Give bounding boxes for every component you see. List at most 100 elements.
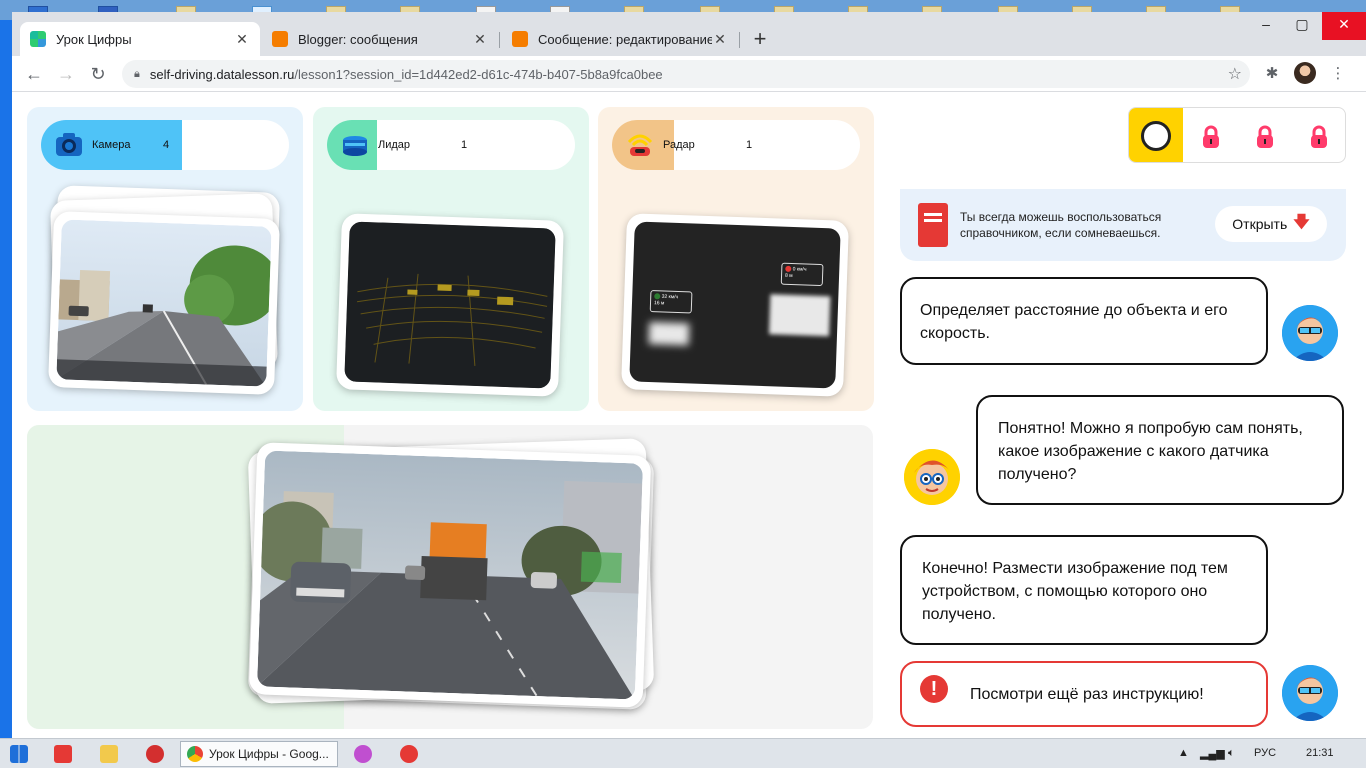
- url-path: /lesson1?session_id=1d442ed2-d61c-474b-b…: [294, 66, 663, 82]
- sensor-card-radar[interactable]: Радар 1 0 км/ч 8 м 32 км/ч 16 м: [598, 107, 874, 411]
- tab-separator: [499, 32, 500, 48]
- radar-speed: 0 км/ч: [792, 266, 807, 273]
- chat-warning-message: ! Посмотри ещё раз инструкцию!: [900, 661, 1268, 727]
- volume-icon[interactable]: 🔈︎: [1228, 747, 1235, 760]
- yandex-browser-icon[interactable]: [400, 745, 418, 763]
- sensor-count: 1: [746, 139, 753, 151]
- back-icon[interactable]: ←: [22, 62, 46, 86]
- profile-avatar[interactable]: [1294, 62, 1316, 84]
- clock[interactable]: 21:31: [1306, 747, 1334, 759]
- tab-lesson[interactable]: Урок Цифры ✕: [20, 22, 260, 56]
- lidar-pointcloud-image: [344, 221, 556, 389]
- sensor-pill-lidar: Лидар 1: [327, 120, 575, 170]
- sensor-pill-camera: Камера 4: [41, 120, 289, 170]
- sensor-card-lidar[interactable]: Лидар 1: [313, 107, 589, 411]
- street-scene-image: [256, 450, 644, 700]
- exclamation-icon: !: [920, 675, 948, 703]
- chat-message: Конечно! Размести изображение под тем ус…: [900, 535, 1268, 645]
- help-text: Ты всегда можешь воспользоваться справоч…: [960, 210, 1162, 240]
- yandex-icon[interactable]: [54, 745, 72, 763]
- puzzle-favicon-icon: [30, 31, 46, 47]
- camera-image: [56, 219, 272, 387]
- red-dot-icon: [785, 265, 792, 272]
- tab-strip: Урок Цифры ✕ Blogger: сообщения ✕ Сообще…: [12, 12, 1366, 56]
- radar-target-left: 32 км/ч 16 м: [649, 290, 693, 314]
- green-dot-icon: [654, 293, 661, 300]
- camera-icon: [56, 133, 82, 156]
- browser-toolbar: ← → ↻ 🔒︎ self-driving.datalesson.ru/less…: [12, 56, 1366, 92]
- close-tab-icon[interactable]: ✕: [234, 31, 250, 48]
- sensor-name: Радар: [663, 139, 695, 151]
- lock-icon: [1203, 125, 1219, 148]
- image-drop-zone[interactable]: [27, 425, 873, 729]
- level-current: [1129, 108, 1183, 162]
- tray-chevron-icon[interactable]: ▲: [1178, 747, 1189, 759]
- radar-distance: 8 м: [784, 273, 793, 280]
- tab-blogger-posts[interactable]: Blogger: сообщения ✕: [262, 22, 498, 56]
- chat-message: Понятно! Можно я попробую сам понять, ка…: [976, 395, 1344, 505]
- opera-icon[interactable]: [146, 745, 164, 763]
- chat-message: Определяет расстояние до объекта и его с…: [900, 277, 1268, 365]
- reload-icon[interactable]: ↻: [86, 62, 110, 86]
- tab-title: Blogger: сообщения: [298, 31, 418, 47]
- chat-message-text: Понятно! Можно я попробую сам понять, ка…: [998, 420, 1303, 483]
- address-bar[interactable]: 🔒︎ self-driving.datalesson.ru/lesson1?se…: [122, 60, 1250, 88]
- open-guide-label: Открыть: [1232, 216, 1288, 232]
- chat-message-text: Конечно! Размести изображение под тем ус…: [922, 560, 1228, 623]
- bookmark-star-icon[interactable]: ☆: [1228, 64, 1242, 84]
- draggable-photo[interactable]: [248, 442, 652, 708]
- chat-message-text: Определяет расстояние до объекта и его с…: [920, 302, 1228, 342]
- minimize-icon[interactable]: –: [1248, 12, 1284, 40]
- help-panel: Ты всегда можешь воспользоваться справоч…: [900, 189, 1346, 261]
- menu-kebab-icon[interactable]: ⋮: [1328, 64, 1348, 84]
- tab-separator: [739, 32, 740, 48]
- camera-photo[interactable]: [47, 211, 281, 395]
- flower-app-icon[interactable]: [354, 745, 372, 763]
- sensor-count: 1: [461, 139, 468, 151]
- sensor-pill-radar: Радар 1: [612, 120, 860, 170]
- language-indicator[interactable]: РУС: [1254, 747, 1276, 759]
- arrow-down-icon: 🡇: [1293, 213, 1310, 231]
- sensor-card-camera[interactable]: Камера 4: [27, 107, 303, 411]
- open-guide-button[interactable]: Открыть 🡇: [1215, 206, 1327, 242]
- blogger-favicon-icon: [512, 31, 528, 47]
- explorer-folder-icon[interactable]: [100, 745, 118, 763]
- road-scene-image: [56, 219, 272, 387]
- tab-title: Сообщение: редактирование: [538, 31, 712, 47]
- taskbar: Урок Цифры - Goog... ▲ ▂▄▆ 🔈︎ РУС 21:31: [0, 738, 1366, 768]
- close-window-icon[interactable]: ✕: [1322, 12, 1366, 40]
- network-icon[interactable]: ▂▄▆: [1200, 747, 1225, 760]
- lidar-icon: [343, 136, 367, 156]
- radar-photo[interactable]: 0 км/ч 8 м 32 км/ч 16 м: [620, 213, 850, 397]
- forward-icon[interactable]: →: [54, 62, 78, 86]
- windows-start-icon[interactable]: [10, 745, 28, 763]
- radar-speed: 32 км/ч: [661, 293, 679, 301]
- sensor-name: Лидар: [378, 139, 411, 151]
- radar-target-right: 0 км/ч 8 м: [780, 262, 824, 287]
- close-tab-icon[interactable]: ✕: [712, 31, 728, 48]
- taskbar-chrome-app[interactable]: Урок Цифры - Goog...: [180, 741, 338, 767]
- kid-character-avatar: [904, 449, 960, 505]
- radar-icon: [627, 134, 653, 156]
- tab-blogger-edit[interactable]: Сообщение: редактирование ✕: [502, 22, 738, 56]
- chat-message-text: Посмотри ещё раз инструкцию!: [970, 686, 1204, 703]
- taskbar-app-label: Урок Цифры - Goog...: [209, 747, 329, 761]
- robot-character-avatar: [1282, 305, 1338, 361]
- medal-icon: [1141, 121, 1171, 151]
- extensions-puzzle-icon[interactable]: ✱: [1262, 64, 1282, 84]
- close-tab-icon[interactable]: ✕: [472, 31, 488, 48]
- new-tab-icon[interactable]: +: [748, 26, 772, 52]
- level-progress: [1128, 107, 1346, 163]
- lidar-photo[interactable]: [335, 213, 565, 397]
- lidar-image: [344, 221, 556, 389]
- book-icon: [918, 203, 948, 247]
- sensor-count: 4: [163, 139, 170, 151]
- radar-blob: [769, 294, 831, 337]
- lesson-page: Камера 4 Лидар 1 Радар 1 0 км/ч 8 м 32 к…: [12, 93, 1366, 738]
- radar-blob: [648, 322, 690, 346]
- street-image: [256, 450, 644, 700]
- tab-title: Урок Цифры: [56, 31, 132, 47]
- lock-icon: [1257, 125, 1273, 148]
- robot-character-avatar: [1282, 665, 1338, 721]
- maximize-icon[interactable]: ▢: [1284, 12, 1320, 40]
